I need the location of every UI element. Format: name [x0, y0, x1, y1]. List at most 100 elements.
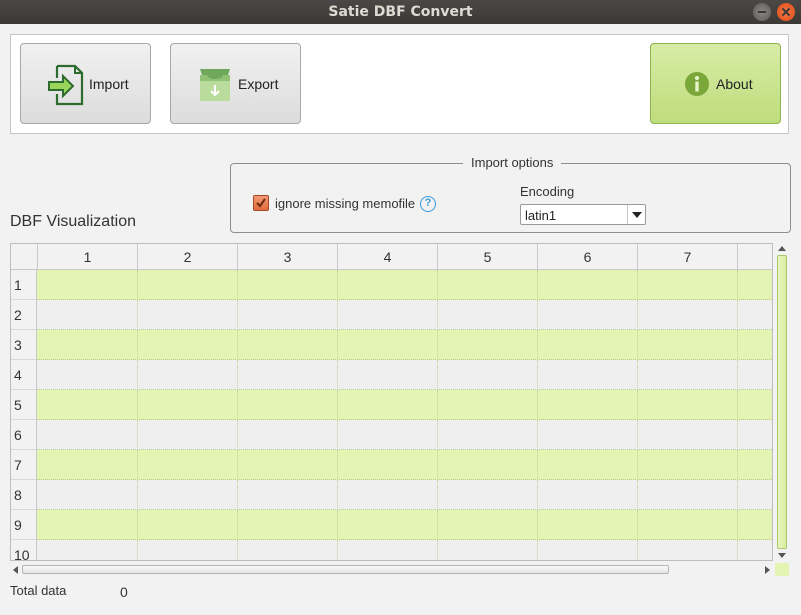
total-data-value: 0	[120, 584, 128, 600]
cell-divider	[637, 270, 638, 300]
cell-divider	[137, 270, 138, 300]
cell-divider	[437, 270, 438, 300]
cell-divider	[437, 360, 438, 390]
cell-divider	[537, 480, 538, 510]
cell-divider	[437, 510, 438, 540]
cell-divider	[437, 390, 438, 420]
cell-divider	[337, 420, 338, 450]
cell-divider	[737, 450, 738, 480]
cell-divider	[637, 450, 638, 480]
cell-divider	[737, 480, 738, 510]
cell-divider	[437, 330, 438, 360]
cell-divider	[737, 540, 738, 560]
row-header: 9	[11, 510, 37, 540]
cell-divider	[637, 300, 638, 330]
table-row[interactable]: 1	[11, 270, 772, 300]
table-row[interactable]: 6	[11, 420, 772, 450]
window-title: Satie DBF Convert	[328, 4, 473, 20]
cell-divider	[537, 300, 538, 330]
cell-divider	[737, 420, 738, 450]
cell-divider	[337, 450, 338, 480]
minimize-button[interactable]	[753, 3, 771, 21]
import-button[interactable]: Import	[20, 43, 151, 124]
close-button[interactable]	[777, 3, 795, 21]
cell-divider	[537, 420, 538, 450]
cell-divider	[337, 270, 338, 300]
cell-divider	[337, 300, 338, 330]
ignore-missing-memofile-checkbox[interactable]	[253, 195, 269, 211]
cell-divider	[437, 540, 438, 560]
table-row[interactable]: 3	[11, 330, 772, 360]
import-options-group: Import options ignore missing memofile ?…	[230, 155, 791, 233]
chevron-down-icon[interactable]	[627, 205, 645, 224]
vertical-scrollbar[interactable]	[775, 243, 789, 561]
toolbar: Import Export About	[10, 34, 789, 134]
cell-divider	[137, 390, 138, 420]
table-row[interactable]: 5	[11, 390, 772, 420]
cell-divider	[737, 390, 738, 420]
help-icon[interactable]: ?	[420, 196, 436, 212]
dbf-visualization-title: DBF Visualization	[10, 213, 136, 230]
table-corner	[11, 244, 37, 270]
table-row[interactable]: 7	[11, 450, 772, 480]
cell-divider	[337, 330, 338, 360]
cell-divider	[637, 330, 638, 360]
cell-divider	[537, 450, 538, 480]
about-button-label: About	[716, 76, 753, 92]
import-options-title: Import options	[463, 155, 562, 170]
cell-divider	[237, 510, 238, 540]
table-row[interactable]: 4	[11, 360, 772, 390]
column-header[interactable]: 1	[37, 244, 137, 270]
table-row[interactable]: 8	[11, 480, 772, 510]
data-table[interactable]: 1234567 1 2 3 4 5 6 7 8 9 10	[10, 243, 773, 561]
cell-divider	[437, 420, 438, 450]
scroll-up-icon[interactable]	[778, 246, 786, 251]
scroll-down-icon[interactable]	[778, 553, 786, 558]
about-button[interactable]: About	[650, 43, 781, 124]
scroll-left-icon[interactable]	[13, 566, 18, 574]
vertical-scroll-thumb[interactable]	[777, 255, 787, 549]
horizontal-scrollbar[interactable]	[10, 563, 775, 576]
cell-divider	[237, 270, 238, 300]
title-bar: Satie DBF Convert	[0, 0, 801, 24]
cell-divider	[637, 540, 638, 560]
horizontal-scroll-thumb[interactable]	[22, 565, 669, 574]
row-header: 8	[11, 480, 37, 510]
column-header[interactable]: 6	[537, 244, 637, 270]
total-data-label: Total data	[10, 583, 67, 598]
table-row[interactable]: 9	[11, 510, 772, 540]
cell-divider	[337, 390, 338, 420]
cell-divider	[237, 420, 238, 450]
cell-divider	[237, 330, 238, 360]
column-header[interactable]: 4	[337, 244, 437, 270]
table-row[interactable]: 2	[11, 300, 772, 330]
column-header[interactable]: 3	[237, 244, 337, 270]
cell-divider	[237, 390, 238, 420]
cell-divider	[537, 390, 538, 420]
cell-divider	[337, 360, 338, 390]
cell-divider	[537, 540, 538, 560]
cell-divider	[537, 330, 538, 360]
cell-divider	[137, 300, 138, 330]
ignore-missing-memofile-label[interactable]: ignore missing memofile	[275, 196, 415, 211]
import-icon	[48, 64, 84, 106]
cell-divider	[137, 480, 138, 510]
cell-divider	[537, 510, 538, 540]
table-row[interactable]: 10	[11, 540, 772, 560]
row-header: 1	[11, 270, 37, 300]
cell-divider	[237, 300, 238, 330]
cell-divider	[637, 390, 638, 420]
column-header[interactable]: 7	[637, 244, 737, 270]
cell-divider	[137, 360, 138, 390]
row-header: 2	[11, 300, 37, 330]
column-header[interactable]: 2	[137, 244, 237, 270]
encoding-select[interactable]: latin1	[520, 204, 646, 225]
export-button[interactable]: Export	[170, 43, 301, 124]
export-icon	[200, 69, 230, 101]
cell-divider	[737, 270, 738, 300]
cell-divider	[337, 480, 338, 510]
scroll-right-icon[interactable]	[765, 566, 770, 574]
column-header[interactable]: 5	[437, 244, 537, 270]
column-header-partial	[737, 244, 772, 270]
cell-divider	[137, 450, 138, 480]
